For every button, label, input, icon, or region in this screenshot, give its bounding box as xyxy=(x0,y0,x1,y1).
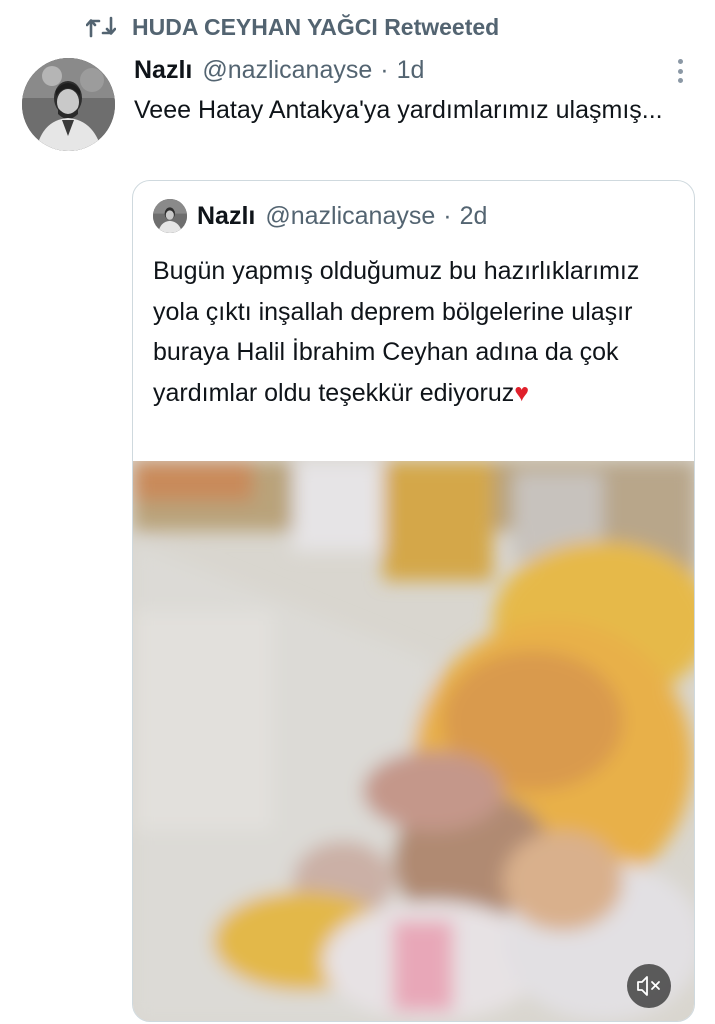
video-player[interactable] xyxy=(133,461,694,1021)
tweet-timestamp[interactable]: 1d xyxy=(397,56,425,85)
quoted-avatar-image xyxy=(153,199,187,233)
more-vertical-icon[interactable] xyxy=(668,56,692,86)
mute-button[interactable] xyxy=(627,964,671,1008)
quoted-tweet-text: Bugün yapmış olduğumuz bu hazırlıklarımı… xyxy=(153,251,683,413)
quoted-tweet-card[interactable]: Nazlı @nazlicanayse · 2d Bugün yapmış ol… xyxy=(132,180,695,1022)
avatar-image xyxy=(22,58,115,151)
quoted-avatar[interactable] xyxy=(153,199,187,233)
heart-emoji: ♥ xyxy=(514,378,530,407)
quoted-tweet-body: Bugün yapmış olduğumuz bu hazırlıklarımı… xyxy=(153,257,640,407)
avatar[interactable] xyxy=(22,58,115,151)
quoted-separator-dot: · xyxy=(443,201,452,230)
retweet-icon xyxy=(86,16,116,38)
quoted-tweet-header: Nazlı @nazlicanayse · 2d xyxy=(153,199,487,233)
retweet-label[interactable]: HUDA CEYHAN YAĞCI Retweeted xyxy=(132,14,499,41)
separator-dot: · xyxy=(380,55,389,84)
quoted-author-name[interactable]: Nazlı xyxy=(197,202,255,231)
quoted-tweet-timestamp[interactable]: 2d xyxy=(460,202,488,231)
video-frame xyxy=(133,461,694,1021)
author-name[interactable]: Nazlı xyxy=(134,56,192,85)
quoted-author-handle[interactable]: @nazlicanayse xyxy=(265,202,435,231)
speaker-muted-icon xyxy=(637,976,660,996)
tweet-header: Nazlı @nazlicanayse · 1d xyxy=(134,52,424,88)
author-handle[interactable]: @nazlicanayse xyxy=(202,56,372,85)
tweet-text: Veee Hatay Antakya'ya yardımlarımız ulaş… xyxy=(134,96,663,124)
retweet-indicator[interactable]: HUDA CEYHAN YAĞCI Retweeted xyxy=(86,10,499,44)
